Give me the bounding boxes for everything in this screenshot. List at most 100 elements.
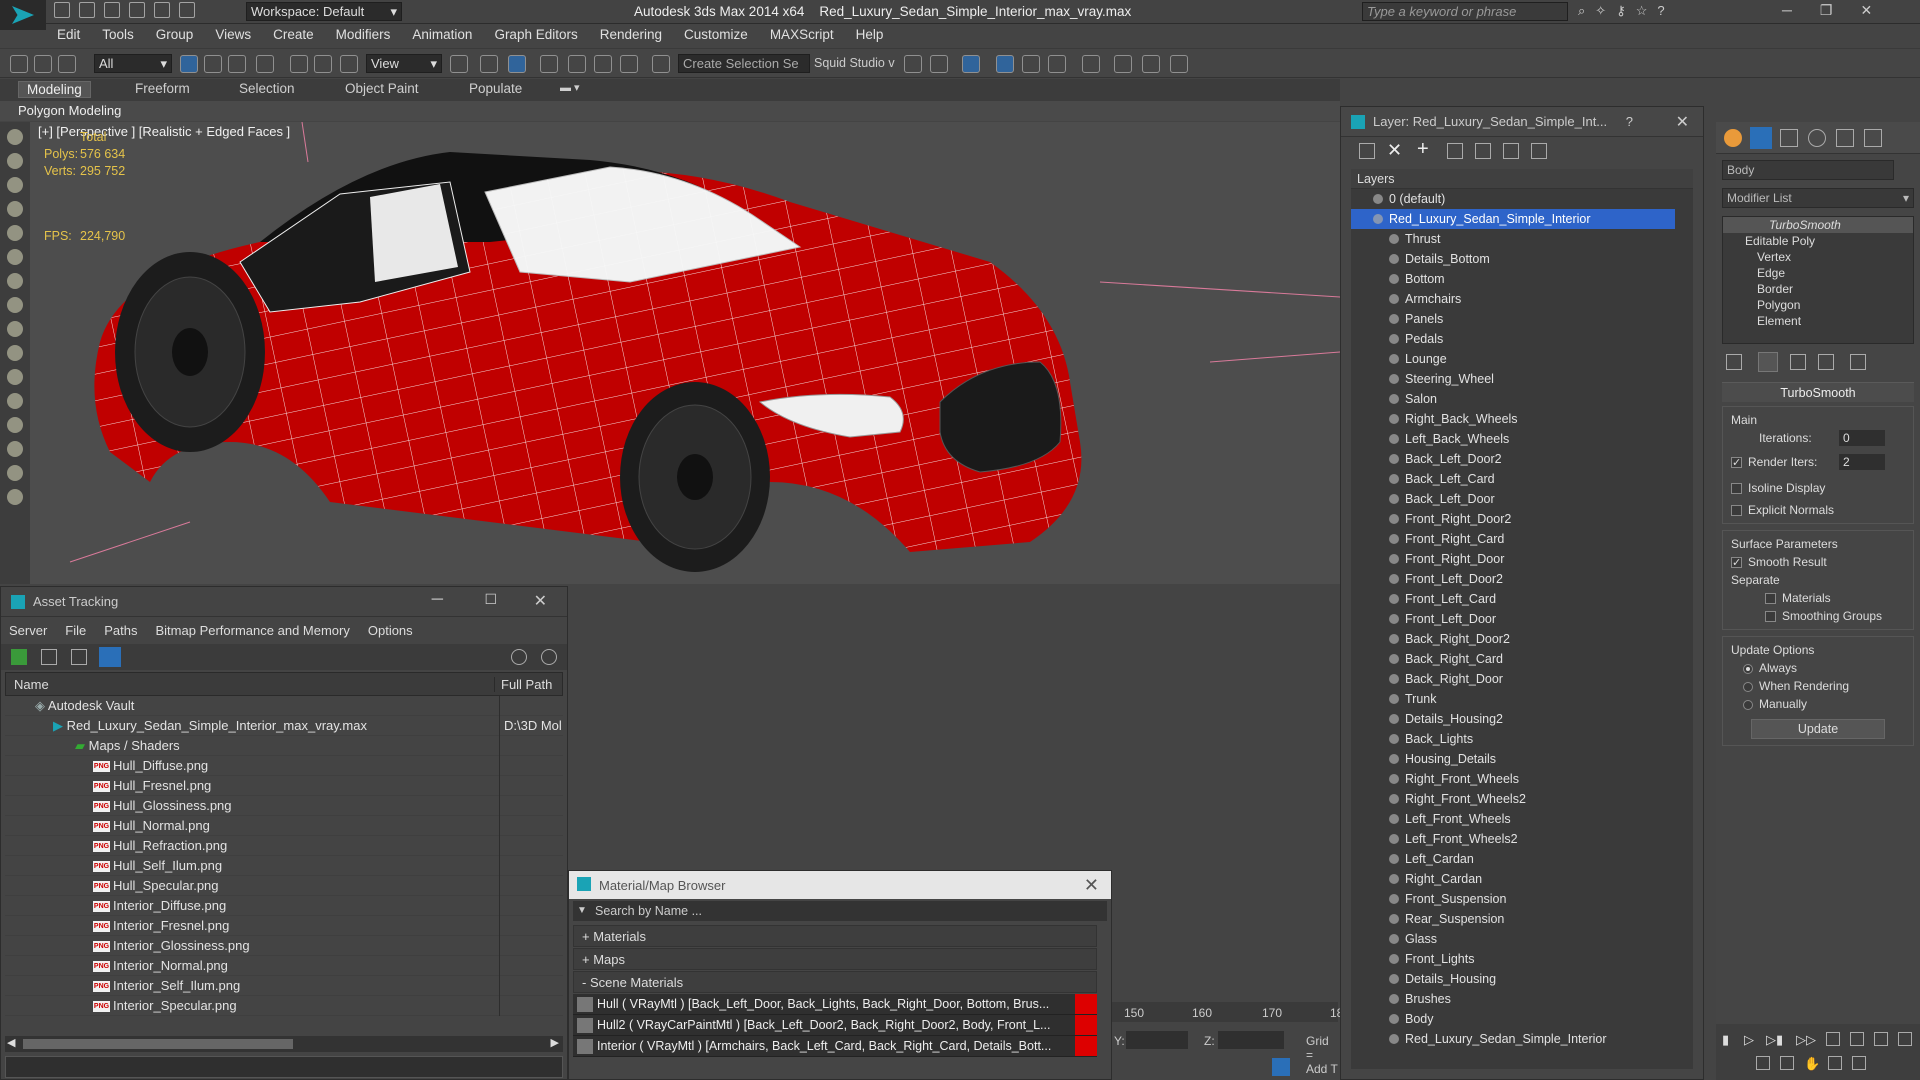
layer-object-row[interactable]: Salon	[1351, 389, 1693, 409]
menu-tools[interactable]: Tools	[91, 25, 145, 47]
tree-row-map[interactable]: PNG Hull_Diffuse.png	[5, 756, 563, 776]
tool-icon-2[interactable]	[7, 153, 23, 169]
layer-object-row[interactable]: Right_Front_Wheels	[1351, 769, 1693, 789]
layer-row-selected[interactable]: Red_Luxury_Sedan_Simple_Interior	[1351, 209, 1675, 229]
layer-object-row[interactable]: Body	[1351, 1009, 1693, 1029]
restore-icon[interactable]: ❐	[1820, 2, 1833, 19]
material-editor-icon[interactable]	[1082, 55, 1100, 73]
help-search-input[interactable]: Type a keyword or phrase	[1362, 2, 1568, 21]
ribbon-toggle-icon[interactable]	[996, 55, 1014, 73]
tool-icon-9[interactable]	[7, 321, 23, 337]
create-layer-icon[interactable]: +	[1417, 138, 1429, 161]
layer-object-row[interactable]: Back_Lights	[1351, 729, 1693, 749]
undo-icon[interactable]	[129, 2, 145, 18]
layer-object-row[interactable]: Front_Left_Door	[1351, 609, 1693, 629]
layer-object-row[interactable]: Steering_Wheel	[1351, 369, 1693, 389]
show-end-result-icon[interactable]	[1758, 352, 1778, 372]
col-name-header[interactable]: Name	[6, 677, 494, 692]
tree-row-map[interactable]: PNG Interior_Diffuse.png	[5, 896, 563, 916]
highlight-layer-icon[interactable]	[1475, 143, 1491, 159]
configure-sets-icon[interactable]	[1850, 354, 1866, 370]
tree-row-map[interactable]: PNG Interior_Glossiness.png	[5, 936, 563, 956]
play-prev-icon[interactable]: ▮	[1722, 1032, 1729, 1048]
tree-row-vault[interactable]: ◈ Autodesk Vault	[5, 696, 563, 716]
scroll-left-icon[interactable]: ◀	[7, 1036, 15, 1049]
select-object-icon[interactable]	[180, 55, 198, 73]
layer-object-row[interactable]: Back_Right_Door2	[1351, 629, 1693, 649]
tool-icon-6[interactable]	[7, 249, 23, 265]
tools-icon[interactable]: ✧	[1595, 3, 1606, 19]
viewport-label[interactable]: [+] [Perspective ] [Realistic + Edged Fa…	[38, 124, 290, 139]
pan-icon[interactable]	[1780, 1056, 1794, 1070]
stack-editable-poly[interactable]: Editable Poly	[1723, 233, 1913, 249]
rendered-frame-icon[interactable]	[1142, 55, 1160, 73]
material-search-input[interactable]: ▼ Search by Name ...	[573, 901, 1107, 921]
search-dropdown-icon[interactable]: ▼	[577, 901, 587, 921]
edit-named-sel-icon[interactable]	[652, 55, 670, 73]
hierarchy-tab-icon[interactable]	[1780, 129, 1798, 147]
select-manipulate-icon[interactable]	[480, 55, 498, 73]
tree-row-map[interactable]: PNG Hull_Normal.png	[5, 816, 563, 836]
modifier-list-dropdown[interactable]: Modifier List ▾	[1722, 188, 1914, 208]
modify-tab-icon[interactable]	[1750, 127, 1772, 149]
menu-options[interactable]: Options	[368, 623, 413, 638]
help-icon[interactable]: ?	[1657, 3, 1664, 19]
zoom-all-icon[interactable]	[1874, 1032, 1888, 1046]
menu-file[interactable]: File	[65, 623, 86, 638]
tree-row-map[interactable]: PNG Interior_Fresnel.png	[5, 916, 563, 936]
list-view-icon[interactable]	[41, 649, 57, 665]
smooth-result-checkbox[interactable]	[1731, 554, 1742, 572]
minimize-icon[interactable]: ─	[1782, 2, 1792, 19]
tab-selection[interactable]: Selection	[239, 81, 295, 96]
menu-help[interactable]: Help	[845, 25, 895, 47]
layer-object-row[interactable]: Back_Left_Door	[1351, 489, 1693, 509]
layer-object-row[interactable]: Brushes	[1351, 989, 1693, 1009]
layer-object-row[interactable]: Left_Cardan	[1351, 849, 1693, 869]
layer-manager-icon[interactable]	[962, 55, 980, 73]
layer-object-row[interactable]: Front_Right_Card	[1351, 529, 1693, 549]
tool-icon-7[interactable]	[7, 273, 23, 289]
add-time-tag-label[interactable]: Add T	[1306, 1062, 1338, 1076]
material-row[interactable]: Hull2 ( VRayCarPaintMtl ) [Back_Left_Doo…	[573, 1015, 1097, 1036]
hand-icon[interactable]: ✋	[1804, 1056, 1820, 1072]
tool-icon-16[interactable]	[7, 489, 23, 505]
remove-modifier-icon[interactable]	[1818, 354, 1834, 370]
menu-views[interactable]: Views	[204, 25, 262, 47]
named-selection-dropdown[interactable]: Create Selection Se▾	[678, 54, 810, 73]
perspective-viewport[interactable]: [+] [Perspective ] [Realistic + Edged Fa…	[30, 122, 1340, 584]
utilities-tab-icon[interactable]	[1864, 129, 1882, 147]
squid-studio-label[interactable]: Squid Studio v	[814, 56, 895, 70]
key-icon[interactable]: ⚷	[1616, 3, 1626, 19]
maximize-icon[interactable]: ☐	[484, 591, 497, 608]
z-field[interactable]	[1218, 1031, 1284, 1049]
layer-object-row[interactable]: Back_Left_Card	[1351, 469, 1693, 489]
tree-row-map[interactable]: PNG Interior_Self_Ilum.png	[5, 976, 563, 996]
layer-object-row[interactable]: Lounge	[1351, 349, 1693, 369]
curve-editor-icon[interactable]	[1022, 55, 1040, 73]
angle-snap-icon[interactable]	[568, 55, 586, 73]
menu-server[interactable]: Server	[9, 623, 47, 638]
layer-object-row[interactable]: Right_Front_Wheels2	[1351, 789, 1693, 809]
select-by-name-icon[interactable]	[204, 55, 222, 73]
when-rendering-radio[interactable]	[1743, 681, 1753, 692]
close-icon[interactable]: ✕	[534, 591, 547, 611]
asset-hscrollbar[interactable]: ◀ ▶	[5, 1036, 563, 1052]
add-to-layer-icon[interactable]	[1447, 143, 1463, 159]
schematic-view-icon[interactable]	[1048, 55, 1066, 73]
app-logo-icon[interactable]	[0, 0, 46, 30]
key-mode-icon[interactable]	[1826, 1032, 1840, 1046]
tree-row-maps-group[interactable]: ▰ Maps / Shaders	[5, 736, 563, 756]
tree-row-map[interactable]: PNG Interior_Normal.png	[5, 956, 563, 976]
material-row[interactable]: Hull ( VRayMtl ) [Back_Left_Door, Back_L…	[573, 994, 1097, 1015]
new-file-icon[interactable]	[54, 2, 70, 18]
region-zoom-icon[interactable]	[1852, 1056, 1866, 1070]
render-iters-spinner[interactable]: 2	[1839, 454, 1885, 470]
menu-animation[interactable]: Animation	[401, 25, 483, 47]
ribbon-options-icon[interactable]: ▬ ▾	[560, 81, 580, 94]
tab-freeform[interactable]: Freeform	[135, 81, 190, 96]
tool-icon-14[interactable]	[7, 441, 23, 457]
tree-row-map[interactable]: PNG Hull_Fresnel.png	[5, 776, 563, 796]
stack-element[interactable]: Element	[1723, 313, 1913, 329]
scale-icon[interactable]	[340, 55, 358, 73]
zoom-icon[interactable]	[1850, 1032, 1864, 1046]
